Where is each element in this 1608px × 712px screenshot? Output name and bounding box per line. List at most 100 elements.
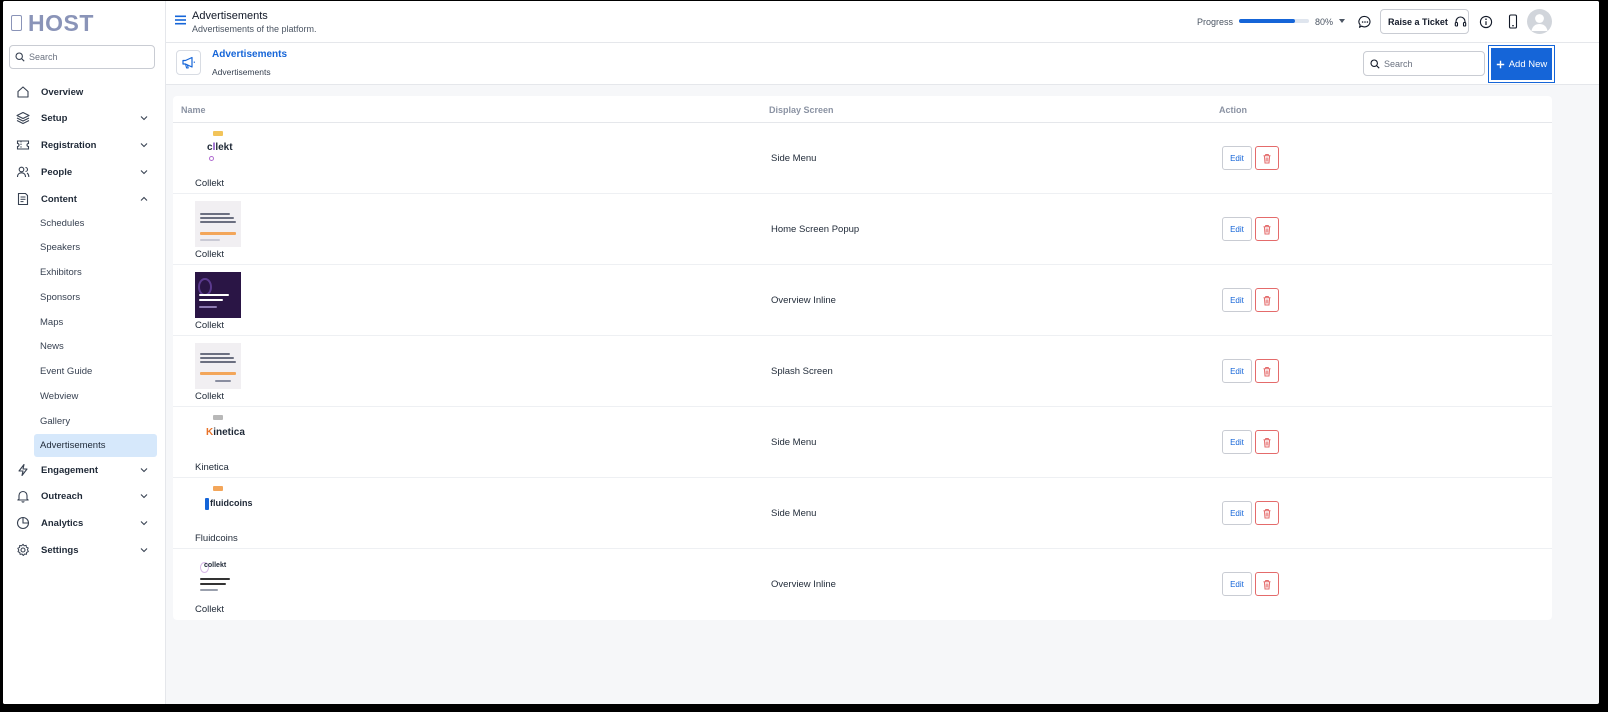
column-header-action: Action [1219,105,1247,115]
logo-icon [11,15,22,31]
table-row: fluidcoins Fluidcoins Side Menu Edit [173,478,1552,549]
sidebar-subitem-gallery[interactable]: Gallery [34,410,157,433]
ad-thumbnail[interactable] [195,272,241,318]
sidebar-subitem-event-guide[interactable]: Event Guide [34,360,157,383]
delete-button[interactable] [1255,572,1279,596]
sidebar-item-label: Settings [41,544,79,556]
people-icon [15,164,31,180]
chevron-down-icon [140,494,148,499]
table-search[interactable] [1363,51,1485,76]
sidebar-subitem-schedules[interactable]: Schedules [34,212,157,235]
row-name: Collekt [195,604,225,615]
logo-text: HOST [28,9,94,36]
ad-thumbnail[interactable]: collekt [195,556,241,602]
sidebar-item-label: People [41,166,73,178]
raise-ticket-button[interactable]: Raise a Ticket [1380,9,1469,34]
row-name: Collekt [195,391,225,402]
sidebar-subitem-exhibitors[interactable]: Exhibitors [34,261,157,284]
delete-button[interactable] [1255,359,1279,383]
progress-value[interactable]: 80% [1315,17,1333,27]
sidebar-item-analytics[interactable]: Analytics [9,511,157,535]
sidebar-subitem-news[interactable]: News [34,335,157,358]
bell-icon [15,488,31,504]
avatar[interactable] [1527,9,1552,34]
edit-button[interactable]: Edit [1222,572,1252,596]
ad-thumbnail[interactable] [195,343,241,389]
sidebar-subitem-maps[interactable]: Maps [34,311,157,334]
mobile-icon[interactable] [1507,14,1519,29]
content-icon [15,191,31,207]
chevron-down-icon [140,521,148,526]
megaphone-icon [176,50,201,75]
sidebar-subitem-speakers[interactable]: Speakers [34,236,157,259]
ad-thumbnail[interactable]: Kinetica [195,414,245,460]
add-new-label: Add New [1508,58,1548,70]
page-title: Advertisements [192,10,268,22]
delete-button[interactable] [1255,217,1279,241]
edit-button[interactable]: Edit [1222,217,1252,241]
row-name: Collekt [195,320,225,331]
sidebar-search-input[interactable] [29,52,149,62]
delete-button[interactable] [1255,288,1279,312]
table-row: Collekt Overview Inline Edit [173,265,1552,336]
delete-button[interactable] [1255,501,1279,525]
chevron-up-icon [140,196,148,201]
chevron-down-icon [140,548,148,553]
sidebar-search[interactable] [9,45,155,69]
table-row: Collekt Splash Screen Edit [173,336,1552,407]
info-icon[interactable] [1479,15,1493,29]
logo[interactable]: HOST [11,10,94,36]
sidebar-item-label: Setup [41,112,68,124]
ad-thumbnail[interactable]: cllekt [195,130,241,176]
section-title[interactable]: Advertisements [212,49,287,60]
table-row: Kinetica Kinetica Side Menu Edit [173,407,1552,478]
page-subtitle: Advertisements of the platform. [192,24,317,34]
ad-thumbnail[interactable] [195,201,241,247]
sidebar-item-content[interactable]: Content [9,187,157,211]
chevron-down-icon [140,170,148,175]
trash-icon [1263,437,1271,447]
sidebar-subitem-webview[interactable]: Webview [34,385,157,408]
chat-icon[interactable] [1358,15,1372,29]
sidebar-item-label: Overview [41,86,84,98]
row-display-screen: Home Screen Popup [771,224,860,235]
sidebar-item-setup[interactable]: Setup [9,106,157,130]
edit-button[interactable]: Edit [1222,146,1252,170]
sidebar-item-settings[interactable]: Settings [9,538,157,562]
sidebar-subitem-sponsors[interactable]: Sponsors [34,286,157,309]
user-icon [1531,14,1548,31]
search-icon [15,52,25,62]
edit-button[interactable]: Edit [1222,501,1252,525]
table-search-input[interactable] [1384,58,1480,69]
edit-button[interactable]: Edit [1222,288,1252,312]
sidebar-item-overview[interactable]: Overview [9,80,157,104]
sidebar-item-people[interactable]: People [9,160,157,184]
column-header-display-screen: Display Screen [769,105,834,115]
sidebar-item-engagement[interactable]: Engagement [9,458,157,482]
ad-thumbnail[interactable]: fluidcoins [195,485,253,531]
add-new-button[interactable]: Add New [1491,48,1552,80]
progress-fill [1239,19,1295,23]
row-name: Collekt [195,178,225,189]
ticket-icon [15,137,31,153]
edit-button[interactable]: Edit [1222,359,1252,383]
edit-button[interactable]: Edit [1222,430,1252,454]
sidebar-item-registration[interactable]: Registration [9,133,157,157]
trash-icon [1263,153,1271,163]
sidebar-item-outreach[interactable]: Outreach [9,484,157,508]
row-name: Collekt [195,249,225,260]
menu-icon[interactable] [175,15,186,25]
delete-button[interactable] [1255,430,1279,454]
add-new-focus-ring: Add New [1488,45,1555,83]
sidebar-subitem-advertisements[interactable]: Advertisements [34,434,157,457]
topbar: Advertisements Advertisements of the pla… [166,1,1599,43]
trash-icon [1263,366,1271,376]
sidebar-item-label: Outreach [41,490,83,502]
raise-ticket-label: Raise a Ticket [1388,16,1448,27]
delete-button[interactable] [1255,146,1279,170]
caret-down-icon[interactable] [1339,19,1345,23]
breadcrumb: Advertisements [212,67,271,77]
trash-icon [1263,579,1271,589]
row-display-screen: Splash Screen [771,366,833,377]
headset-icon [1454,16,1467,27]
